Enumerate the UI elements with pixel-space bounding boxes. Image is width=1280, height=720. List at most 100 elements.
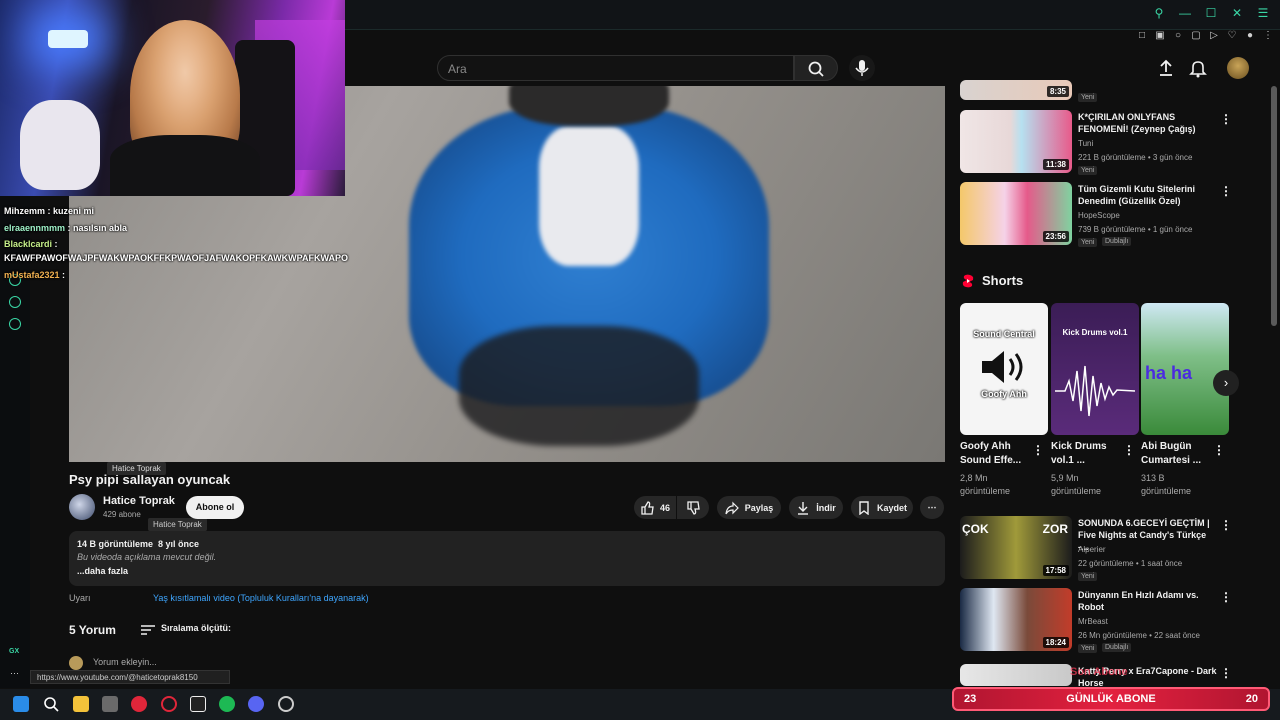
menu-dots-icon[interactable]: ⋮ (1262, 30, 1274, 42)
upload-icon (1160, 59, 1172, 76)
tooltip: Hatice Toprak (107, 462, 166, 475)
sort-button[interactable]: Sıralama ölçütü: (161, 623, 231, 633)
thumbs-up-icon (641, 500, 654, 515)
sort-icon[interactable] (141, 623, 155, 641)
more-vertical-icon[interactable]: ⋮ (1220, 184, 1232, 198)
video-meta: 739 B görüntüleme • 1 gün önce (1078, 225, 1193, 234)
close-icon[interactable]: ✕ (1230, 6, 1244, 20)
wallet-icon[interactable]: ▢ (1190, 30, 1202, 42)
comment-input[interactable]: Yorum ekleyin... (93, 657, 157, 667)
short-thumbnail[interactable]: ha ha (1141, 303, 1229, 435)
chrome-icon[interactable] (278, 696, 294, 712)
bookmark-icon[interactable]: □ (1136, 30, 1148, 42)
download-button[interactable]: İndir (789, 496, 843, 519)
vpn-icon[interactable]: ○ (1172, 30, 1184, 42)
chevron-right-icon: › (1223, 375, 1229, 390)
short-title[interactable]: Kick Drums vol.1 ... (1051, 440, 1121, 468)
gx-logo: GX (9, 648, 20, 655)
video-meta: 22 görüntüleme • 1 saat önce (1078, 559, 1183, 568)
spotify-icon[interactable] (219, 696, 235, 712)
scrollbar[interactable] (1271, 86, 1277, 326)
account-avatar[interactable] (1227, 57, 1249, 79)
webcam-overlay (0, 0, 345, 196)
bell-icon (1189, 61, 1207, 78)
search-icon[interactable] (43, 696, 59, 712)
new-badge: Yeni (1078, 166, 1098, 175)
channel-name[interactable]: MrBeast (1078, 617, 1108, 626)
new-badge: Yeni (1078, 238, 1098, 247)
more-vertical-icon[interactable]: ⋮ (1213, 443, 1225, 457)
age-restriction-link[interactable]: Yaş kısıtlamalı video (Topluluk Kurallar… (153, 593, 369, 603)
profile-icon[interactable]: ● (1244, 30, 1256, 42)
player-icon[interactable]: ▷ (1208, 30, 1220, 42)
snapshot-icon[interactable]: ▣ (1154, 30, 1166, 42)
app-icon[interactable] (131, 696, 147, 712)
new-badge: Yeni (1078, 572, 1098, 581)
new-badge: Yeni (1078, 644, 1098, 653)
video-thumbnail[interactable]: ÇOK ZOR 17:58 (960, 516, 1072, 579)
channel-name[interactable]: HopeScope (1078, 211, 1120, 220)
video-meta: 26 Mn görüntüleme • 22 saat önce (1078, 631, 1200, 640)
short-views: 5,9 Mn görüntüleme (1051, 473, 1102, 496)
maximize-icon[interactable]: ☐ (1204, 6, 1218, 20)
notifications-button[interactable] (1188, 58, 1208, 78)
search-icon[interactable]: ⚲ (1152, 6, 1166, 20)
video-thumbnail[interactable]: 23:56 (960, 182, 1072, 245)
video-title[interactable]: K*ÇIRILAN ONLYFANS FENOMENİ! (Zeynep Çağ… (1078, 111, 1218, 135)
save-button[interactable]: Kaydet (851, 496, 913, 519)
video-title[interactable]: Tüm Gizemli Kutu Sitelerini Denedim (Güz… (1078, 183, 1218, 207)
share-button[interactable]: Paylaş (717, 496, 781, 519)
dubbed-badge: Dublajlı (1102, 643, 1132, 652)
shorts-next-button[interactable]: › (1213, 370, 1239, 396)
channel-name[interactable]: Hatice Toprak (103, 495, 175, 507)
video-thumbnail[interactable]: 11:38 (960, 110, 1072, 173)
short-thumbnail[interactable]: Kick Drums vol.1 (1051, 303, 1139, 435)
windows-start-icon[interactable] (13, 696, 29, 712)
channel-avatar[interactable] (69, 494, 95, 520)
search-input[interactable]: Ara (437, 55, 794, 81)
short-title[interactable]: Goofy Ahh Sound Effe... (960, 440, 1030, 468)
more-vertical-icon[interactable]: ⋮ (1220, 112, 1232, 126)
channel-name[interactable]: Alperier (1078, 545, 1106, 554)
left-count: 23 (964, 693, 977, 705)
more-vertical-icon[interactable]: ⋮ (1032, 443, 1044, 457)
like-button[interactable]: 46 (634, 496, 676, 519)
shorts-icon (962, 274, 974, 287)
channel-name[interactable]: Tuni (1078, 139, 1093, 148)
thumbs-down-icon (687, 500, 700, 515)
more-vertical-icon[interactable]: ⋮ (1123, 443, 1135, 457)
heart-icon[interactable]: ♡ (1226, 30, 1238, 42)
voice-search-button[interactable] (849, 55, 875, 81)
short-views: 313 B görüntüleme (1141, 473, 1192, 496)
subscribe-button[interactable]: Abone ol (186, 496, 244, 519)
menu-icon[interactable]: ☰ (1256, 6, 1270, 20)
short-thumbnail[interactable]: Sound Central Goofy Ahh (960, 303, 1048, 435)
more-vertical-icon[interactable]: ⋮ (1220, 666, 1232, 680)
dislike-button[interactable] (677, 496, 709, 519)
more-vertical-icon[interactable]: ⋮ (1220, 518, 1232, 532)
opera-gx-icon[interactable] (161, 696, 177, 712)
settings-icon[interactable] (9, 318, 21, 330)
show-more-link[interactable]: ...daha fazla (77, 566, 128, 576)
extensions-icon[interactable] (9, 296, 21, 308)
upload-button[interactable] (1156, 58, 1176, 78)
extensions-bar: □ ▣ ○ ▢ ▷ ♡ ● ⋮ (1124, 30, 1274, 46)
video-thumbnail[interactable]: 18:24 (960, 588, 1072, 651)
more-icon[interactable]: ⋯ (10, 668, 19, 679)
video-title[interactable]: Dünyanın En Hızlı Adamı vs. Robot (1078, 589, 1218, 613)
app-icon[interactable] (102, 696, 118, 712)
file-explorer-icon[interactable] (73, 696, 89, 712)
app-icon[interactable] (190, 696, 206, 712)
minimize-icon[interactable]: — (1178, 6, 1192, 20)
video-thumbnail[interactable]: 8:35 (960, 80, 1072, 100)
more-actions-button[interactable]: ⋯ (920, 496, 944, 519)
discord-icon[interactable] (248, 696, 264, 712)
more-vertical-icon[interactable]: ⋮ (1220, 590, 1232, 604)
search-button[interactable] (794, 55, 838, 81)
video-frame-base (459, 326, 699, 446)
chat-line: mUstafa2321 : (4, 270, 66, 280)
short-title[interactable]: Abi Bugün Cumartesi ... (1141, 440, 1211, 468)
video-thumbnail[interactable] (960, 664, 1072, 686)
short-views: 2,8 Mn görüntüleme (960, 473, 1011, 496)
teddy-bear (20, 100, 100, 190)
